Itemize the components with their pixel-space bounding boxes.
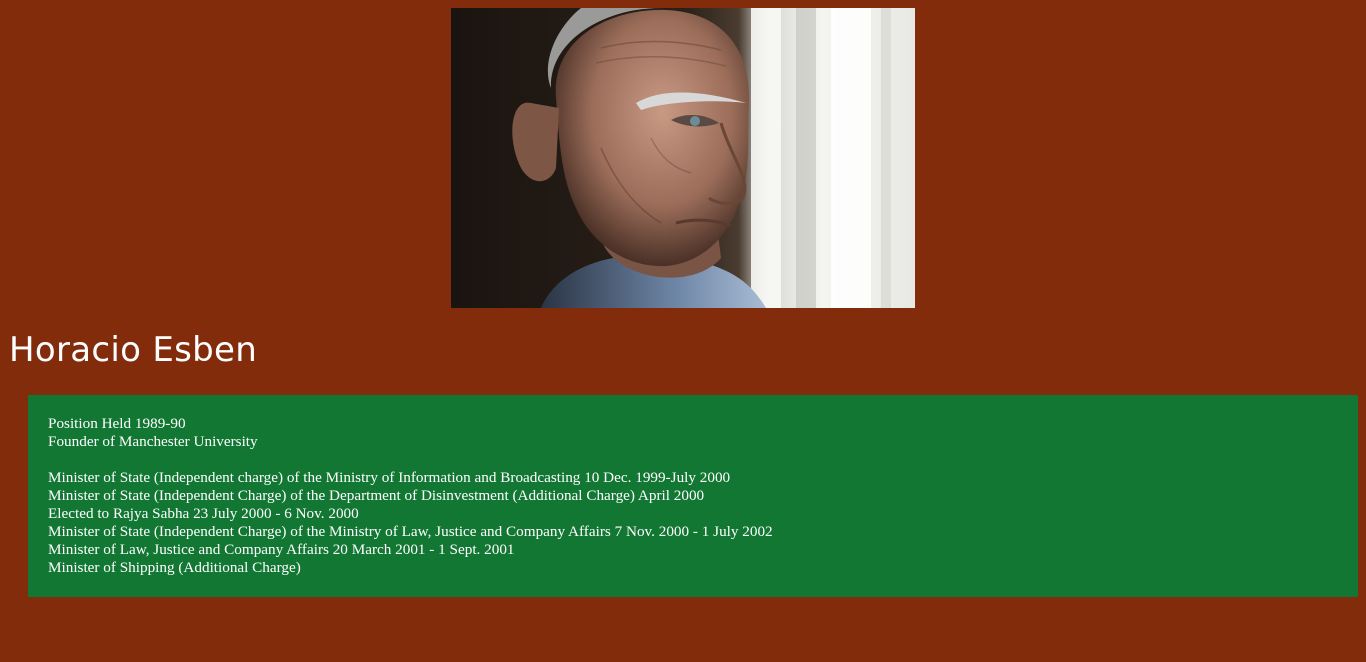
role-line: Minister of Shipping (Additional Charge)	[48, 559, 301, 576]
role-line: Minister of State (Independent Charge) o…	[48, 487, 705, 504]
portrait-photo	[451, 8, 915, 308]
role-line: Minister of State (Independent Charge) o…	[48, 523, 773, 540]
founder-text: Founder of Manchester University	[48, 433, 258, 450]
role-line: Minister of Law, Justice and Company Aff…	[48, 541, 515, 558]
details-panel: Position Held 1989-90 Founder of Manches…	[28, 395, 1358, 597]
page-title: Horacio Esben	[9, 330, 258, 370]
position-held-text: Position Held 1989-90	[48, 415, 186, 432]
role-line: Elected to Rajya Sabha 23 July 2000 - 6 …	[48, 505, 359, 522]
role-line: Minister of State (Independent charge) o…	[48, 469, 731, 486]
